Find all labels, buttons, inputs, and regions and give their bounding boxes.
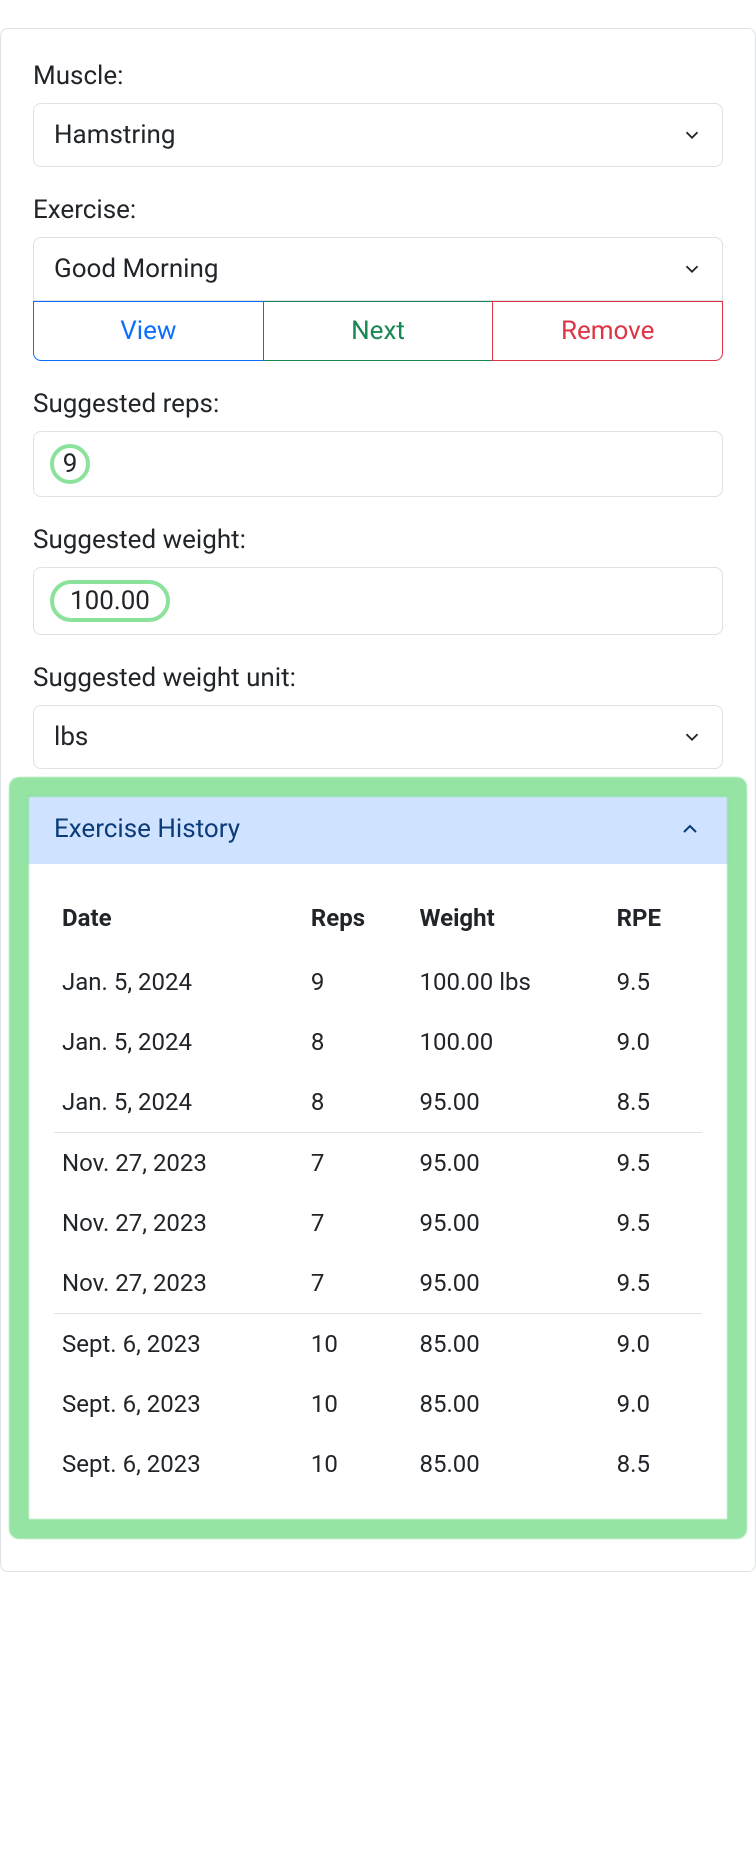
- table-row: Sept. 6, 20231085.009.0: [54, 1374, 702, 1434]
- cell-weight: 85.00: [411, 1374, 608, 1434]
- unit-select[interactable]: lbs: [33, 705, 723, 769]
- cell-weight: 85.00: [411, 1434, 608, 1494]
- suggested-weight-group: Suggested weight: 100.00: [33, 525, 723, 635]
- cell-weight: 95.00: [411, 1072, 608, 1133]
- cell-weight: 85.00: [411, 1314, 608, 1375]
- muscle-group: Muscle: Hamstring: [33, 61, 723, 167]
- muscle-label: Muscle:: [33, 61, 723, 91]
- col-reps: Reps: [303, 892, 412, 952]
- cell-rpe: 9.0: [609, 1374, 702, 1434]
- exercise-select[interactable]: Good Morning: [33, 237, 723, 301]
- next-button[interactable]: Next: [263, 301, 493, 361]
- table-row: Nov. 27, 2023795.009.5: [54, 1253, 702, 1314]
- muscle-select-wrap: Hamstring: [33, 103, 723, 167]
- exercise-button-group: View Next Remove: [33, 301, 723, 361]
- history-accordion-header[interactable]: Exercise History: [26, 794, 730, 864]
- cell-date: Nov. 27, 2023: [54, 1193, 303, 1253]
- suggested-weight-unit-label: Suggested weight unit:: [33, 663, 723, 693]
- cell-reps: 8: [303, 1012, 412, 1072]
- cell-reps: 7: [303, 1253, 412, 1314]
- cell-rpe: 9.0: [609, 1012, 702, 1072]
- chevron-up-icon: [678, 817, 702, 841]
- table-row: Sept. 6, 20231085.008.5: [54, 1434, 702, 1494]
- cell-date: Sept. 6, 2023: [54, 1434, 303, 1494]
- muscle-select[interactable]: Hamstring: [33, 103, 723, 167]
- exercise-group: Exercise: Good Morning View Next Remove: [33, 195, 723, 361]
- cell-weight: 100.00: [411, 1012, 608, 1072]
- suggested-reps-group: Suggested reps: 9: [33, 389, 723, 497]
- cell-rpe: 8.5: [609, 1072, 702, 1133]
- history-highlight-annotation: Exercise History Date Reps Weight RPE: [9, 777, 747, 1539]
- table-row: Nov. 27, 2023795.009.5: [54, 1193, 702, 1253]
- cell-rpe: 9.0: [609, 1314, 702, 1375]
- exercise-label: Exercise:: [33, 195, 723, 225]
- table-row: Jan. 5, 20249100.00 lbs9.5: [54, 952, 702, 1012]
- unit-select-wrap: lbs: [33, 705, 723, 769]
- cell-reps: 9: [303, 952, 412, 1012]
- cell-date: Nov. 27, 2023: [54, 1253, 303, 1314]
- cell-reps: 10: [303, 1374, 412, 1434]
- cell-date: Sept. 6, 2023: [54, 1374, 303, 1434]
- suggested-weight-unit-group: Suggested weight unit: lbs: [33, 663, 723, 769]
- table-row: Sept. 6, 20231085.009.0: [54, 1314, 702, 1375]
- col-rpe: RPE: [609, 892, 702, 952]
- cell-rpe: 9.5: [609, 952, 702, 1012]
- suggested-reps-label: Suggested reps:: [33, 389, 723, 419]
- suggested-weight-value: 100.00: [70, 588, 150, 614]
- cell-date: Nov. 27, 2023: [54, 1133, 303, 1194]
- suggested-reps-value: 9: [63, 451, 78, 477]
- cell-rpe: 8.5: [609, 1434, 702, 1494]
- form-card: Muscle: Hamstring Exercise: Good Morning…: [0, 28, 756, 1572]
- muscle-select-value: Hamstring: [54, 120, 176, 150]
- cell-reps: 7: [303, 1133, 412, 1194]
- history-accordion: Exercise History Date Reps Weight RPE: [25, 793, 731, 1523]
- cell-rpe: 9.5: [609, 1253, 702, 1314]
- col-date: Date: [54, 892, 303, 952]
- remove-button[interactable]: Remove: [492, 301, 723, 361]
- cell-date: Jan. 5, 2024: [54, 952, 303, 1012]
- cell-rpe: 9.5: [609, 1133, 702, 1194]
- exercise-select-wrap: Good Morning: [33, 237, 723, 301]
- cell-reps: 10: [303, 1434, 412, 1494]
- cell-reps: 10: [303, 1314, 412, 1375]
- cell-reps: 8: [303, 1072, 412, 1133]
- cell-weight: 95.00: [411, 1133, 608, 1194]
- cell-weight: 100.00 lbs: [411, 952, 608, 1012]
- cell-date: Jan. 5, 2024: [54, 1072, 303, 1133]
- cell-rpe: 9.5: [609, 1193, 702, 1253]
- suggested-weight-label: Suggested weight:: [33, 525, 723, 555]
- history-title: Exercise History: [54, 814, 240, 844]
- view-button[interactable]: View: [33, 301, 263, 361]
- history-accordion-body: Date Reps Weight RPE Jan. 5, 20249100.00…: [26, 864, 730, 1522]
- table-row: Jan. 5, 2024895.008.5: [54, 1072, 702, 1133]
- suggested-reps-box: 9: [33, 431, 723, 497]
- cell-weight: 95.00: [411, 1193, 608, 1253]
- cell-weight: 95.00: [411, 1253, 608, 1314]
- col-weight: Weight: [411, 892, 608, 952]
- cell-date: Jan. 5, 2024: [54, 1012, 303, 1072]
- cell-date: Sept. 6, 2023: [54, 1314, 303, 1375]
- table-row: Nov. 27, 2023795.009.5: [54, 1133, 702, 1194]
- highlight-annotation: 9: [50, 444, 90, 484]
- table-row: Jan. 5, 20248100.009.0: [54, 1012, 702, 1072]
- unit-select-value: lbs: [54, 722, 88, 752]
- cell-reps: 7: [303, 1193, 412, 1253]
- exercise-select-value: Good Morning: [54, 254, 218, 284]
- suggested-weight-box: 100.00: [33, 567, 723, 635]
- highlight-annotation: 100.00: [50, 580, 170, 622]
- history-table: Date Reps Weight RPE Jan. 5, 20249100.00…: [54, 892, 702, 1494]
